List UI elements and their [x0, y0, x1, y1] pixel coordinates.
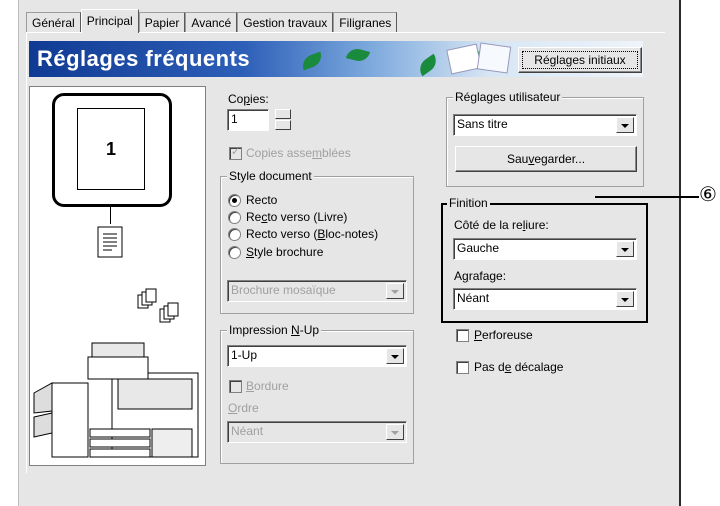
brochure-select[interactable]: Brochure mosaïque — [227, 280, 407, 302]
binding-label: Côté de la reliure: — [454, 218, 549, 232]
document-icon — [97, 226, 123, 258]
leaf-icon — [345, 46, 371, 64]
radio-recto-label: Recto — [246, 193, 278, 207]
border-label: Bordure — [246, 379, 289, 393]
page-preview: 1 — [52, 93, 172, 207]
pages-graphic-icon — [446, 42, 512, 75]
callout-line — [595, 196, 699, 198]
copies-icon — [137, 288, 179, 323]
tab-filigranes[interactable]: Filigranes — [333, 12, 398, 33]
nup-select[interactable]: 1-Up — [227, 345, 407, 367]
radio-style-brochure[interactable] — [228, 246, 241, 259]
chevron-down-icon[interactable] — [616, 291, 634, 307]
radio-recto-verso-livre[interactable] — [228, 211, 241, 224]
preview-panel: 1 — [29, 86, 206, 466]
collate-label: Copies assemblées — [246, 146, 351, 160]
chevron-down-icon[interactable] — [386, 348, 404, 364]
chevron-down-icon[interactable] — [616, 117, 634, 133]
radio-recto[interactable] — [228, 194, 241, 207]
banner-title: Réglages fréquents — [37, 46, 251, 71]
style-document-title: Style document — [227, 169, 314, 183]
spin-down-button[interactable] — [275, 120, 291, 130]
staple-select[interactable]: Néant — [453, 288, 637, 310]
staple-label: Agrafage: — [454, 269, 507, 283]
radio-recto-verso-bloc-label: Recto verso (Bloc-notes) — [246, 227, 379, 241]
order-select[interactable]: Néant — [227, 421, 407, 443]
tab-gestion-travaux[interactable]: Gestion travaux — [237, 12, 334, 33]
chevron-down-icon[interactable] — [386, 283, 404, 299]
punch-checkbox[interactable] — [456, 329, 469, 342]
copies-label: Copies: — [228, 92, 269, 106]
order-label: Ordre — [228, 401, 259, 415]
collate-checkbox[interactable] — [229, 145, 242, 160]
chevron-down-icon[interactable] — [386, 424, 404, 440]
save-button[interactable]: Sauvegarder... — [455, 146, 637, 172]
leaf-icon — [415, 53, 441, 77]
radio-recto-verso-livre-label: Recto verso (Livre) — [246, 210, 348, 224]
offset-label: Pas de décalage — [474, 360, 564, 374]
radio-style-brochure-label: Style brochure — [246, 245, 324, 259]
punch-label: Perforeuse — [474, 328, 533, 342]
user-settings-group: Réglages utilisateur — [446, 90, 644, 187]
printer-device-icon — [33, 342, 199, 458]
connector-line — [110, 204, 111, 224]
spin-up-button[interactable] — [275, 109, 291, 119]
reset-defaults-button[interactable]: Réglages initiaux — [518, 47, 642, 73]
chevron-down-icon[interactable] — [616, 241, 634, 257]
copies-input[interactable]: 1 — [227, 109, 269, 131]
radio-recto-verso-bloc[interactable] — [228, 228, 241, 241]
callout-number: ⑥ — [699, 182, 717, 206]
leaf-icon — [299, 51, 325, 71]
nup-title: Impression N-Up — [227, 323, 322, 337]
user-settings-title: Réglages utilisateur — [453, 90, 563, 104]
page-number: 1 — [77, 108, 145, 190]
binding-select[interactable]: Gauche — [453, 238, 637, 260]
offset-checkbox[interactable] — [456, 361, 469, 374]
tab-avance[interactable]: Avancé — [185, 12, 238, 33]
tab-general[interactable]: Général — [26, 12, 81, 33]
border-checkbox[interactable] — [229, 380, 242, 393]
copies-spinner[interactable] — [275, 109, 291, 131]
finition-title: Finition — [447, 196, 490, 210]
tab-principal[interactable]: Principal — [80, 9, 139, 33]
tab-strip: Général Principal Papier Avancé Gestion … — [26, 9, 398, 33]
tab-papier[interactable]: Papier — [138, 12, 186, 33]
user-settings-select[interactable]: Sans titre — [453, 114, 637, 136]
